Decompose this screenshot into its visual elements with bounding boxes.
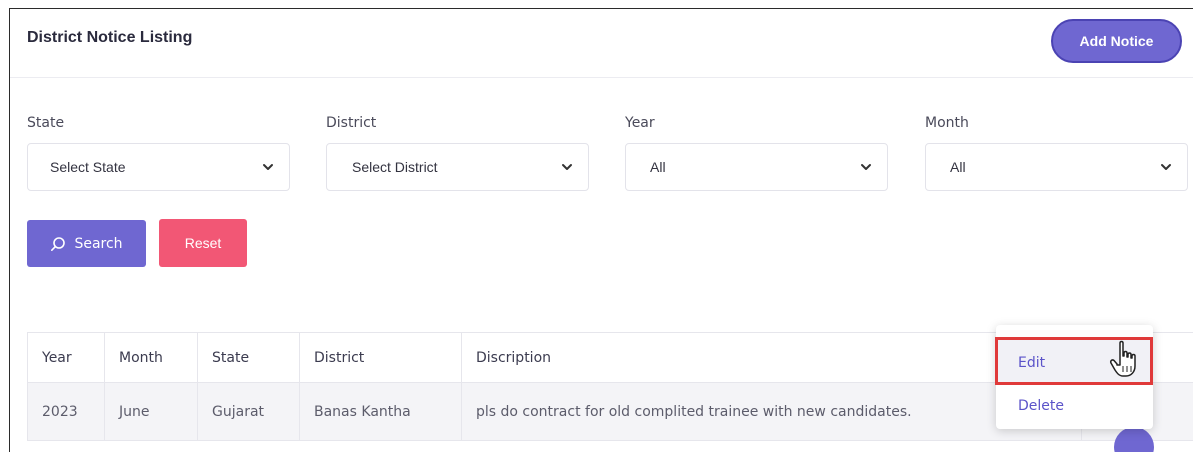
delete-menu-item[interactable]: Delete: [996, 391, 1153, 421]
cell-month: June: [104, 382, 198, 441]
month-select-value: All: [950, 159, 966, 175]
chevron-down-icon: [562, 164, 572, 170]
chevron-down-icon: [263, 164, 273, 170]
state-select[interactable]: Select State: [27, 143, 290, 191]
district-label: District: [326, 115, 377, 131]
add-notice-button[interactable]: Add Notice: [1051, 19, 1182, 63]
year-label: Year: [625, 115, 655, 131]
cell-district: Banas Kantha: [299, 382, 462, 441]
column-header-description: Discription: [461, 332, 1082, 383]
year-select-value: All: [650, 159, 666, 175]
hand-pointer-icon: [1110, 340, 1136, 377]
district-select[interactable]: Select District: [326, 143, 589, 191]
page: District Notice Listing Add Notice State…: [0, 0, 1193, 452]
cell-state: Gujarat: [197, 382, 300, 441]
notice-card: District Notice Listing Add Notice State…: [9, 8, 1193, 452]
state-label: State: [27, 115, 65, 131]
chevron-down-icon: [1161, 164, 1171, 170]
reset-button[interactable]: Reset: [159, 219, 247, 267]
search-button-label: Search: [74, 235, 123, 252]
search-icon: [51, 236, 66, 251]
page-title: District Notice Listing: [27, 29, 193, 46]
month-label: Month: [925, 115, 969, 131]
cell-description: pls do contract for old complited traine…: [461, 382, 1082, 441]
column-header-state: State: [197, 332, 300, 383]
chevron-down-icon: [861, 164, 871, 170]
column-header-year: Year: [27, 332, 105, 383]
column-header-month: Month: [104, 332, 198, 383]
district-select-value: Select District: [352, 159, 438, 175]
cell-year: 2023: [27, 382, 105, 441]
year-select[interactable]: All: [625, 143, 888, 191]
column-header-district: District: [299, 332, 462, 383]
search-button[interactable]: Search: [27, 220, 146, 267]
card-header: District Notice Listing Add Notice: [10, 9, 1193, 78]
state-select-value: Select State: [50, 159, 126, 175]
month-select[interactable]: All: [925, 143, 1188, 191]
